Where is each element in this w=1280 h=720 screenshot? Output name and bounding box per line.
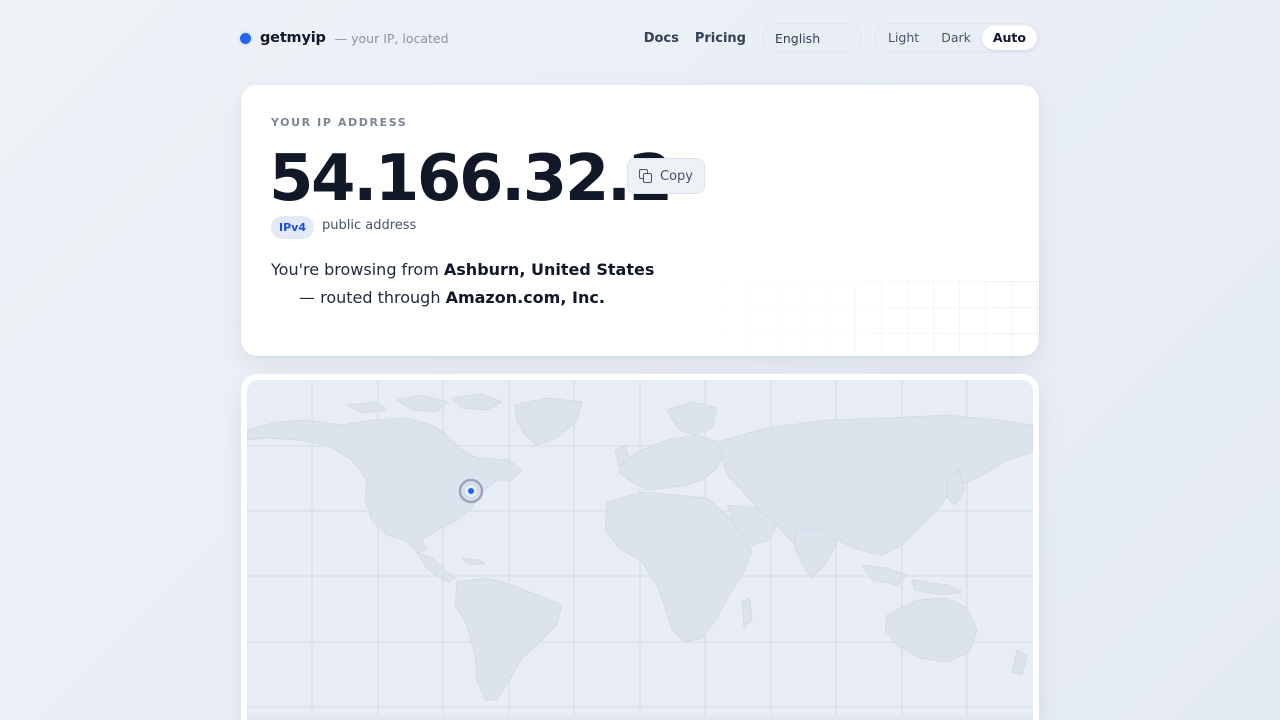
language-select[interactable]: English xyxy=(761,23,862,53)
nav: Docs Pricing English Light Dark Auto xyxy=(644,23,1040,53)
address-type: public address xyxy=(322,218,417,233)
theme-option-dark[interactable]: Dark xyxy=(930,26,982,50)
location-line: You're browsing from Ashburn, United Sta… xyxy=(271,260,654,279)
card-grid-decoration xyxy=(699,281,1039,356)
location-value: Ashburn, United States xyxy=(443,260,655,279)
ip-label: YOUR IP ADDRESS xyxy=(271,116,408,129)
route-prefix: — routed through xyxy=(299,288,441,307)
map-card xyxy=(241,374,1039,720)
copy-icon xyxy=(639,169,653,183)
brand-tagline: — your IP, located xyxy=(334,30,449,46)
brand[interactable]: getmyip — your IP, located xyxy=(240,30,449,46)
ip-version-badge: IPv4 xyxy=(271,216,314,239)
copy-label: Copy xyxy=(660,168,693,184)
isp-value: Amazon.com, Inc. xyxy=(445,288,605,307)
brand-logo-icon xyxy=(240,32,251,44)
top-bar: getmyip — your IP, located Docs Pricing … xyxy=(240,22,1040,54)
ip-address: 54.166.32.2 xyxy=(269,142,673,216)
copy-button[interactable]: Copy xyxy=(627,158,705,194)
world-map[interactable] xyxy=(247,380,1033,720)
brand-name: getmyip xyxy=(260,30,326,46)
world-map-graphic xyxy=(247,380,1033,720)
location-prefix: You're browsing from xyxy=(271,260,439,279)
nav-link-pricing[interactable]: Pricing xyxy=(695,31,746,46)
theme-option-auto[interactable]: Auto xyxy=(981,26,1037,50)
nav-link-docs[interactable]: Docs xyxy=(644,31,679,46)
theme-option-light[interactable]: Light xyxy=(877,26,930,50)
route-line: — routed through Amazon.com, Inc. xyxy=(299,288,605,307)
ip-card: YOUR IP ADDRESS 54.166.32.2 Copy IPv4 pu… xyxy=(241,85,1039,356)
theme-toggle: Light Dark Auto xyxy=(873,23,1040,53)
